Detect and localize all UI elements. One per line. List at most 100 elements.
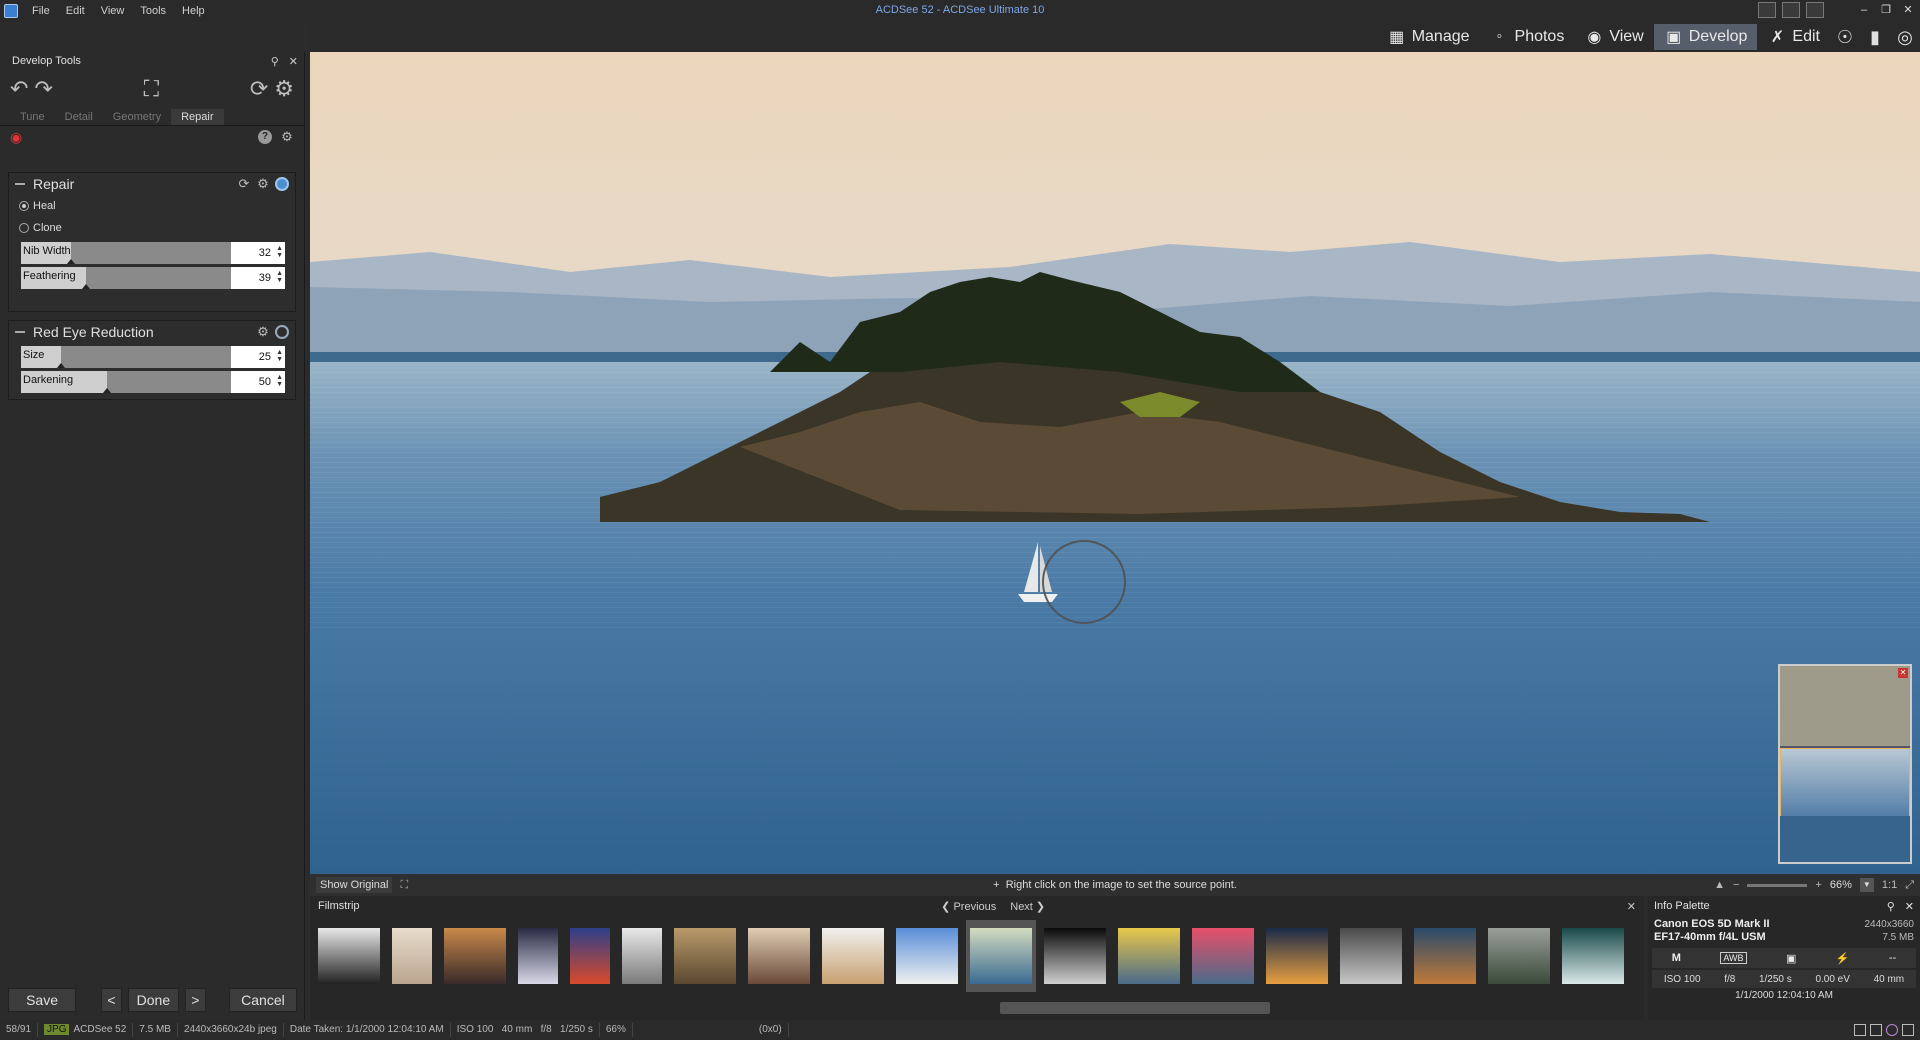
layout-right-icon[interactable] — [1806, 2, 1824, 18]
help-icon[interactable]: ? — [258, 130, 272, 144]
heal-option[interactable]: Heal — [9, 195, 295, 217]
collapse-icon[interactable] — [15, 331, 25, 333]
fit-icon[interactable]: ⤢ — [1905, 879, 1914, 892]
actual-size-button[interactable]: 1:1 — [1882, 879, 1897, 891]
menu-tools[interactable]: Tools — [132, 5, 174, 17]
repair-toggle[interactable] — [275, 177, 289, 191]
filmstrip-thumb[interactable] — [1188, 920, 1258, 992]
filmstrip-thumb[interactable] — [818, 920, 888, 992]
repair-gear-icon[interactable]: ⚙ — [256, 177, 270, 191]
repair-reset-icon[interactable]: ⟳ — [237, 177, 251, 191]
photos-icon: ◦ — [1496, 28, 1503, 45]
tab-detail[interactable]: Detail — [55, 109, 103, 125]
filmstrip-thumb[interactable] — [388, 920, 436, 992]
menu-help[interactable]: Help — [174, 5, 213, 17]
mode-view[interactable]: ◉ View — [1574, 24, 1653, 50]
tab-repair[interactable]: Repair — [171, 108, 224, 125]
filmstrip-thumb[interactable] — [314, 920, 384, 992]
menu-file[interactable]: File — [24, 5, 58, 17]
red-eye-toggle[interactable] — [275, 325, 289, 339]
filmstrip-thumb[interactable] — [670, 920, 740, 992]
tab-tune[interactable]: Tune — [10, 109, 55, 125]
visibility-icon[interactable]: ◎ — [1890, 24, 1920, 50]
next-button[interactable]: Next ❯ — [1010, 900, 1045, 913]
filmstrip-thumb[interactable] — [744, 920, 814, 992]
navigator-viewport[interactable] — [1780, 748, 1910, 820]
restore-icon[interactable]: ❐ — [1878, 2, 1894, 18]
darkening-value[interactable]: 50 ▲ ▼ — [231, 371, 285, 393]
prev-image-button[interactable]: < — [100, 988, 123, 1012]
done-button[interactable]: Done — [128, 988, 179, 1012]
layout-bottom-icon[interactable] — [1782, 2, 1800, 18]
image-viewer[interactable]: ✕ — [310, 52, 1920, 874]
mode-manage[interactable]: ▦ Manage — [1377, 24, 1480, 50]
layout-left-icon[interactable] — [1758, 2, 1776, 18]
filmstrip-thumb[interactable] — [1114, 920, 1184, 992]
minimize-icon[interactable]: – — [1856, 2, 1872, 18]
info-close-icon[interactable]: ✕ — [1905, 900, 1914, 913]
app-icon[interactable] — [4, 4, 18, 18]
nib-width-value[interactable]: 32 ▲ ▼ — [231, 242, 285, 264]
heal-radio[interactable] — [19, 201, 29, 211]
view-mode-icon[interactable] — [1854, 1024, 1866, 1036]
pin-icon[interactable]: ⚲ — [271, 55, 279, 68]
settings-gear-icon[interactable]: ⚙ — [274, 76, 294, 102]
filmstrip-thumb[interactable] — [618, 920, 666, 992]
mode-develop[interactable]: ▣ Develop — [1653, 24, 1758, 50]
size-value[interactable]: 25 ▲ ▼ — [231, 346, 285, 368]
clone-option[interactable]: Clone — [9, 217, 295, 239]
reset-icon[interactable]: ⟳ — [250, 76, 268, 102]
size-slider[interactable]: Size 25 ▲ ▼ — [21, 346, 285, 368]
filmstrip-thumb[interactable] — [1040, 920, 1110, 992]
color-icon[interactable] — [1886, 1024, 1898, 1036]
tab-geometry[interactable]: Geometry — [103, 109, 171, 125]
mode-photos[interactable]: ◦ Photos — [1480, 24, 1575, 50]
menu-view[interactable]: View — [93, 5, 133, 17]
filmstrip-thumb[interactable] — [1484, 920, 1554, 992]
navigator-close-icon[interactable]: ✕ — [1898, 668, 1908, 678]
filmstrip-thumb[interactable] — [566, 920, 614, 992]
menu-edit[interactable]: Edit — [58, 5, 93, 17]
feathering-value[interactable]: 39 ▲ ▼ — [231, 267, 285, 289]
red-eye-gear-icon[interactable]: ⚙ — [256, 325, 270, 339]
panel-close-icon[interactable]: ✕ — [289, 55, 298, 68]
check-icon[interactable] — [1902, 1024, 1914, 1036]
zoom-slider[interactable] — [1747, 883, 1808, 887]
filmstrip-thumb[interactable] — [440, 920, 510, 992]
repair-title: Repair — [33, 176, 75, 192]
mode-edit[interactable]: ✗ Edit — [1757, 24, 1830, 50]
navigator-pane[interactable]: ✕ — [1778, 664, 1912, 864]
next-image-button[interactable]: > — [184, 988, 207, 1012]
filmstrip-close-icon[interactable]: ✕ — [1627, 900, 1636, 913]
zoom-in-icon[interactable]: + — [1815, 879, 1821, 891]
cancel-button[interactable]: Cancel — [228, 988, 297, 1012]
split-icon[interactable] — [1870, 1024, 1882, 1036]
undo-icon[interactable]: ↶ — [10, 76, 28, 102]
filmstrip-scrollbar[interactable] — [1000, 1002, 1270, 1014]
previous-button[interactable]: ❮ Previous — [941, 900, 996, 913]
filmstrip-thumb[interactable] — [1558, 920, 1628, 992]
feathering-slider[interactable]: Feathering 39 ▲ ▼ — [21, 267, 285, 289]
clone-radio[interactable] — [19, 223, 29, 233]
dashboard-icon[interactable]: ▮ — [1860, 24, 1890, 50]
filmstrip-thumb[interactable] — [1262, 920, 1332, 992]
info-pin-icon[interactable]: ⚲ — [1887, 900, 1895, 913]
zoom-dropdown-icon[interactable]: ▼ — [1859, 878, 1874, 892]
red-eye-icon[interactable]: ◉ — [10, 129, 22, 146]
size-label: Size — [23, 349, 45, 361]
zoom-out-icon[interactable]: − — [1733, 879, 1739, 891]
save-button[interactable]: Save — [8, 988, 77, 1012]
filmstrip-thumb[interactable] — [514, 920, 562, 992]
subbar-gear-icon[interactable]: ⚙ — [280, 130, 294, 144]
close-icon[interactable]: ✕ — [1900, 2, 1916, 18]
filmstrip-thumb[interactable] — [1336, 920, 1406, 992]
target-icon[interactable]: ⛶ — [144, 76, 159, 102]
filmstrip-thumb[interactable] — [1410, 920, 1480, 992]
nib-width-slider[interactable]: Nib Width 32 ▲ ▼ — [21, 242, 285, 264]
filmstrip-thumb[interactable] — [892, 920, 962, 992]
darkening-slider[interactable]: Darkening 50 ▲ ▼ — [21, 371, 285, 393]
collapse-icon[interactable] — [15, 183, 25, 185]
redo-icon[interactable]: ↷ — [34, 76, 52, 102]
365-icon[interactable]: ☉ — [1830, 24, 1860, 50]
filmstrip-thumb[interactable] — [966, 920, 1036, 992]
